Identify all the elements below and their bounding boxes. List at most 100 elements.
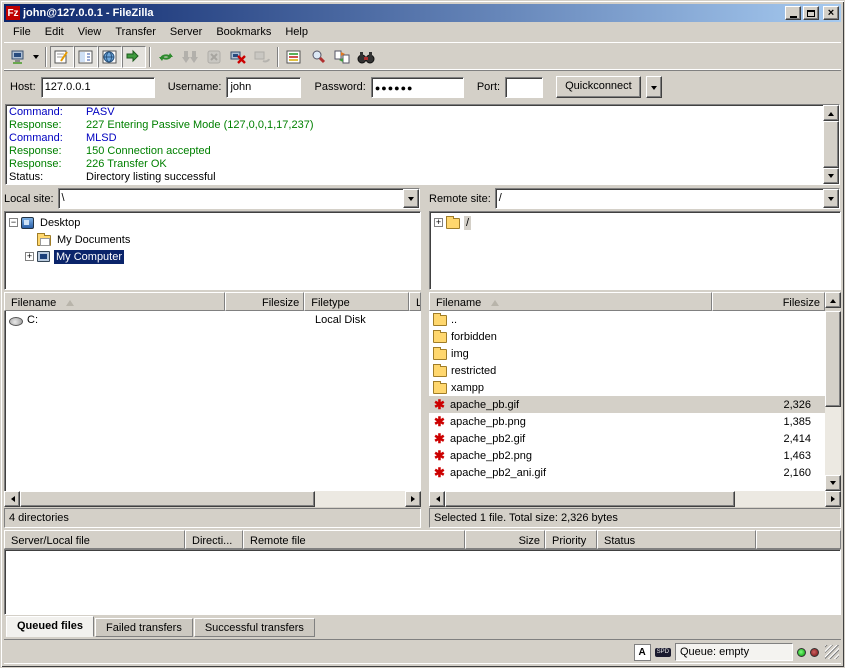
tree-label[interactable]: Desktop	[38, 216, 82, 230]
refresh-button[interactable]	[154, 46, 178, 68]
close-button[interactable]: ×	[823, 6, 839, 20]
local-horizontal-scrollbar[interactable]	[4, 491, 421, 507]
local-panel: Local site: \ − Desktop My Documents	[4, 187, 421, 528]
column-header-filename[interactable]: Filename	[4, 292, 225, 311]
column-header-priority[interactable]: Priority	[545, 530, 597, 549]
column-header-filler	[756, 530, 841, 549]
tree-row-root[interactable]: + /	[434, 214, 840, 231]
menu-help[interactable]: Help	[278, 24, 315, 40]
tree-row-my-documents[interactable]: My Documents	[9, 231, 420, 248]
tab-queued-files[interactable]: Queued files	[6, 616, 94, 637]
column-header-filename[interactable]: Filename	[429, 292, 712, 311]
scroll-up-button[interactable]	[823, 105, 839, 121]
remote-file-row-selected[interactable]: ✱apache_pb.gif2,326	[429, 396, 825, 413]
resize-grip[interactable]	[825, 645, 839, 659]
message-log-icon	[53, 49, 71, 65]
remote-horizontal-scrollbar[interactable]	[429, 491, 841, 507]
column-header-size[interactable]: Size	[465, 530, 545, 549]
remote-file-row[interactable]: ✱apache_pb.png1,385	[429, 413, 825, 430]
tree-label-selected[interactable]: My Computer	[54, 250, 124, 264]
column-header-filesize[interactable]: Filesize	[712, 292, 825, 311]
remote-file-row[interactable]: ✱apache_pb2.png1,463	[429, 447, 825, 464]
column-header-filetype[interactable]: Filetype	[304, 292, 409, 311]
tab-failed-transfers[interactable]: Failed transfers	[95, 618, 193, 637]
queue-body[interactable]	[4, 549, 841, 615]
local-file-row[interactable]: C: Local Disk	[5, 311, 421, 328]
menu-view[interactable]: View	[71, 24, 109, 40]
toggle-remote-tree-button[interactable]	[98, 46, 122, 68]
remote-site-combo[interactable]: /	[495, 188, 840, 209]
tree-label-selected[interactable]: /	[464, 216, 471, 230]
remote-file-row[interactable]: restricted	[429, 362, 825, 379]
transfer-type-indicator[interactable]: A	[634, 644, 651, 661]
menu-bookmarks[interactable]: Bookmarks	[209, 24, 278, 40]
scroll-down-button[interactable]	[823, 168, 839, 184]
username-input[interactable]: john	[226, 77, 301, 98]
menu-server[interactable]: Server	[163, 24, 209, 40]
tree-expander[interactable]: −	[9, 218, 18, 227]
title-bar[interactable]: Fz john@127.0.0.1 - FileZilla ×	[4, 4, 841, 22]
log-scrollbar[interactable]	[823, 105, 839, 184]
scroll-down-button[interactable]	[825, 475, 841, 491]
scroll-up-button[interactable]	[825, 292, 841, 308]
tree-expander[interactable]: +	[434, 218, 443, 227]
disconnect-icon	[229, 49, 247, 65]
arrow-up-icon	[828, 109, 834, 116]
remote-file-row[interactable]: ✱apache_pb2_ani.gif2,160	[429, 464, 825, 481]
remote-file-row[interactable]: ✱apache_pb2.gif2,414	[429, 430, 825, 447]
toggle-local-tree-button[interactable]	[74, 46, 98, 68]
scrollbar-thumb[interactable]	[823, 121, 839, 168]
reconnect-button[interactable]	[250, 46, 274, 68]
scroll-right-button[interactable]	[405, 491, 421, 507]
cancel-button[interactable]	[202, 46, 226, 68]
password-input[interactable]: ●●●●●●	[371, 77, 464, 98]
site-manager-dropdown[interactable]	[30, 46, 42, 68]
port-label: Port:	[477, 81, 500, 93]
process-queue-button[interactable]	[178, 46, 202, 68]
menu-transfer[interactable]: Transfer	[108, 24, 163, 40]
remote-vertical-scrollbar[interactable]	[825, 311, 841, 491]
column-header-filesize[interactable]: Filesize	[225, 292, 304, 311]
quickconnect-dropdown[interactable]	[646, 76, 662, 98]
host-input[interactable]: 127.0.0.1	[41, 77, 155, 98]
quickconnect-button[interactable]: Quickconnect	[556, 76, 641, 98]
toggle-message-log-button[interactable]	[50, 46, 74, 68]
scroll-left-button[interactable]	[429, 491, 445, 507]
tree-expander[interactable]: +	[25, 252, 34, 261]
scroll-left-button[interactable]	[4, 491, 20, 507]
scrollbar-thumb[interactable]	[825, 311, 841, 407]
site-manager-button[interactable]	[6, 46, 30, 68]
synchronized-browsing-button[interactable]	[330, 46, 354, 68]
remote-file-row[interactable]: xampp	[429, 379, 825, 396]
local-site-combo[interactable]: \	[58, 188, 420, 209]
directory-comparison-button[interactable]	[282, 46, 306, 68]
disconnect-button[interactable]	[226, 46, 250, 68]
panel-splitter[interactable]	[421, 187, 429, 528]
scroll-right-button[interactable]	[825, 491, 841, 507]
maximize-button[interactable]	[803, 6, 819, 20]
scrollbar-thumb[interactable]	[445, 491, 735, 507]
remote-site-dropdown[interactable]	[823, 189, 839, 208]
tree-row-desktop[interactable]: − Desktop	[9, 214, 420, 231]
column-header-remote-file[interactable]: Remote file	[243, 530, 465, 549]
find-files-button[interactable]	[306, 46, 330, 68]
tree-row-my-computer[interactable]: + My Computer	[9, 248, 420, 265]
menu-file[interactable]: File	[6, 24, 38, 40]
toggle-queue-button[interactable]	[122, 46, 146, 68]
remote-file-row[interactable]: forbidden	[429, 328, 825, 345]
remote-file-row[interactable]: img	[429, 345, 825, 362]
minimize-button[interactable]	[785, 6, 801, 20]
column-header-status[interactable]: Status	[597, 530, 756, 549]
port-input[interactable]	[505, 77, 543, 98]
column-header-direction[interactable]: Directi...	[185, 530, 243, 549]
column-header-last-modified[interactable]: L	[409, 292, 421, 311]
menu-edit[interactable]: Edit	[38, 24, 71, 40]
column-header-server-local-file[interactable]: Server/Local file	[4, 530, 185, 549]
remote-file-row[interactable]: ..	[429, 311, 825, 328]
tree-label[interactable]: My Documents	[55, 233, 132, 247]
tab-successful-transfers[interactable]: Successful transfers	[194, 618, 315, 637]
speed-limit-indicator[interactable]: SPD	[655, 648, 671, 657]
filename-search-button[interactable]	[354, 46, 378, 68]
local-site-dropdown[interactable]	[403, 189, 419, 208]
scrollbar-thumb[interactable]	[20, 491, 315, 507]
